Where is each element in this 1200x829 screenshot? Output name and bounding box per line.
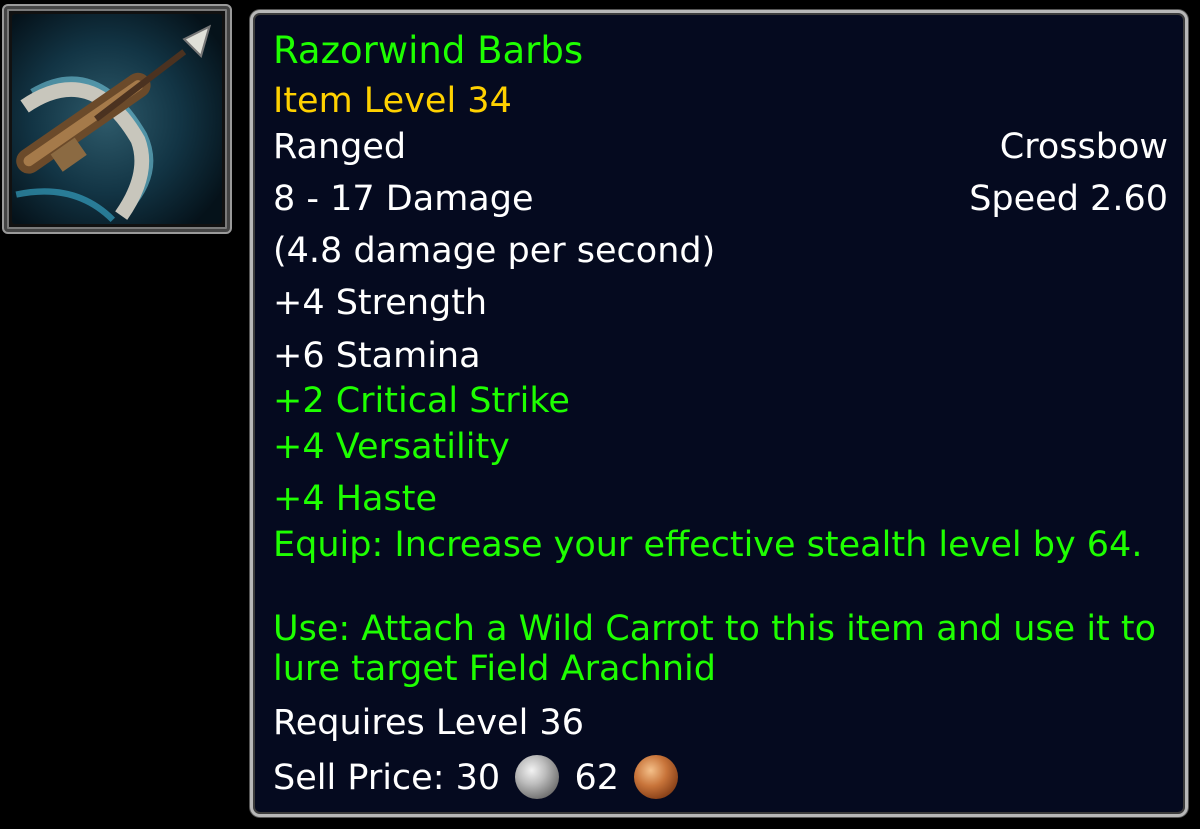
bonus-stat-line: +4 Haste bbox=[273, 479, 437, 519]
stat-line: +6 Stamina bbox=[273, 336, 481, 376]
item-tooltip: Razorwind Barbs Item Level 34 Ranged Cro… bbox=[250, 10, 1188, 817]
sell-price-copper: 62 bbox=[574, 758, 619, 798]
item-icon-frame[interactable] bbox=[2, 4, 232, 234]
bonus-stat-line: +2 Critical Strike bbox=[273, 381, 570, 421]
bonus-stat-line: +4 Versatility bbox=[273, 427, 510, 467]
sell-price: Sell Price: 30 62 bbox=[273, 755, 682, 799]
use-effect: Use: Attach a Wild Carrot to this item a… bbox=[273, 609, 1157, 689]
stat-line: +4 Strength bbox=[273, 283, 488, 323]
silver-coin-icon bbox=[515, 755, 560, 799]
item-type: Crossbow bbox=[999, 127, 1168, 167]
item-slot: Ranged bbox=[273, 127, 407, 167]
equip-effect: Equip: Increase your effective stealth l… bbox=[273, 525, 1143, 565]
sell-price-silver: Sell Price: 30 bbox=[273, 758, 501, 798]
required-level: Requires Level 36 bbox=[273, 703, 584, 743]
crossbow-icon bbox=[12, 14, 222, 224]
item-speed: Speed 2.60 bbox=[969, 179, 1168, 219]
item-level: Item Level 34 bbox=[273, 81, 512, 121]
item-dps: (4.8 damage per second) bbox=[273, 231, 716, 271]
item-name: Razorwind Barbs bbox=[273, 29, 584, 72]
copper-coin-icon bbox=[634, 755, 679, 799]
item-damage: 8 - 17 Damage bbox=[273, 179, 534, 219]
